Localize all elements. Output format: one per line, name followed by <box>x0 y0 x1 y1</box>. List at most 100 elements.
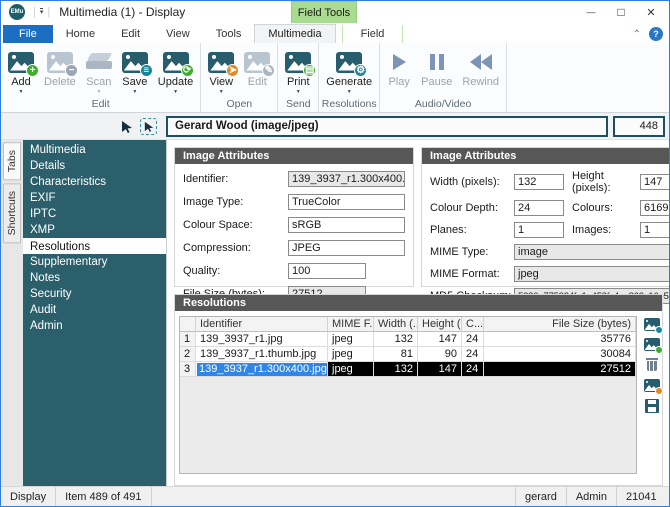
ribbon-group-edit: + Add − Delete Scan ≡ Save <box>1 43 201 112</box>
sidebar-item-audit[interactable]: Audit <box>23 302 166 318</box>
update-button[interactable]: ⟳ Update <box>153 45 198 95</box>
table-row-selected[interactable]: 3 139_3937_r1.300x400.jpg jpeg 132 147 2… <box>180 362 636 377</box>
rewind-button[interactable]: Rewind <box>457 45 504 88</box>
window-title: Multimedia (1) - Display <box>54 5 185 19</box>
sidebar-item-iptc[interactable]: IPTC <box>23 206 166 222</box>
col-colour-depth[interactable]: C... <box>462 317 484 332</box>
mime-format-field[interactable]: jpeg <box>514 266 670 282</box>
colours-field[interactable]: 6169 <box>640 200 670 216</box>
height-pixels-field[interactable]: 147 <box>640 174 670 190</box>
compression-field[interactable]: JPEG <box>288 240 405 256</box>
multimedia-save-icon[interactable] <box>644 318 660 331</box>
sidebar-item-notes[interactable]: Notes <box>23 270 166 286</box>
delete-button-label: Delete <box>44 76 76 88</box>
col-row-number[interactable] <box>180 317 196 332</box>
delete-resolution-icon[interactable] <box>646 358 658 372</box>
tab-file[interactable]: File <box>3 25 53 43</box>
sidebar-item-security[interactable]: Security <box>23 286 166 302</box>
selected-text: 139_3937_r1.300x400.jpg <box>197 363 328 376</box>
status-position: Item 489 of 491 <box>56 487 151 506</box>
collapse-ribbon-icon[interactable] <box>633 28 641 40</box>
select-mode-icon[interactable] <box>140 118 157 135</box>
sidebar-item-supplementary[interactable]: Supplementary <box>23 254 166 270</box>
side-tab-strip: Tabs Shortcuts <box>1 140 23 486</box>
cell-file-size: 30084 <box>484 347 636 362</box>
quality-field[interactable]: 100 <box>288 263 366 279</box>
table-row[interactable]: 2 139_3937_r1.thumb.jpg jpeg 81 90 24 30… <box>180 347 636 362</box>
play-button[interactable]: Play <box>382 45 416 88</box>
cursor-arrow-icon[interactable] <box>121 120 133 133</box>
pause-button-label: Pause <box>421 76 452 88</box>
generate-button[interactable]: ⚙ Generate <box>321 45 377 95</box>
update-image-icon: ⟳ <box>163 52 189 73</box>
app-logo-icon[interactable]: EMu <box>9 4 25 20</box>
colour-space-field[interactable]: sRGB <box>288 217 405 233</box>
sidebar-item-admin[interactable]: Admin <box>23 318 166 334</box>
tab-field[interactable]: Field <box>342 25 404 43</box>
table-header-row: Identifier MIME F... Width (... Height (… <box>180 317 636 332</box>
edit-open-button[interactable]: ✎ Edit <box>239 45 275 88</box>
resolutions-panel: Resolutions Identifier MIME F... Width (… <box>174 294 663 486</box>
planes-field[interactable]: 1 <box>514 222 564 238</box>
print-button[interactable]: ▤ Print <box>280 45 316 95</box>
maximize-button[interactable] <box>607 2 635 22</box>
col-height[interactable]: Height (... <box>418 317 462 332</box>
update-button-label: Update <box>158 76 193 88</box>
colour-space-label: Colour Space: <box>183 219 288 231</box>
images-label: Images: <box>564 224 640 236</box>
scanner-icon <box>86 53 112 71</box>
add-image-icon: + <box>8 52 34 73</box>
table-row[interactable]: 1 139_3937_r1.jpg jpeg 132 147 24 35776 <box>180 332 636 347</box>
add-button[interactable]: + Add <box>3 45 39 95</box>
generate-button-label: Generate <box>326 76 372 88</box>
titlebar-divider <box>43 6 54 18</box>
delete-button[interactable]: − Delete <box>39 45 81 88</box>
help-icon[interactable] <box>649 27 663 41</box>
sidebar-item-multimedia[interactable]: Multimedia <box>23 142 166 158</box>
mime-type-field[interactable]: image <box>514 244 670 260</box>
col-identifier[interactable]: Identifier <box>196 317 328 332</box>
sidebar-item-resolutions[interactable]: Resolutions <box>23 238 166 254</box>
cell-file-size: 35776 <box>484 332 636 347</box>
sidebar-item-details[interactable]: Details <box>23 158 166 174</box>
image-attributes-panel-left: Image Attributes Identifier: 139_3937_r1… <box>174 147 414 287</box>
side-tab-tabs[interactable]: Tabs <box>3 142 21 180</box>
panel-title: Image Attributes <box>175 148 413 164</box>
scan-button[interactable]: Scan <box>81 45 117 95</box>
dropdown-caret-icon <box>296 88 301 95</box>
tab-edit[interactable]: Edit <box>108 25 153 43</box>
col-width[interactable]: Width (... <box>374 317 418 332</box>
contextual-tab-group-label: Field Tools <box>291 1 357 23</box>
tab-tools[interactable]: Tools <box>203 25 255 43</box>
save-button[interactable]: ≡ Save <box>117 45 153 95</box>
images-field[interactable]: 1 <box>640 222 670 238</box>
sidebar-item-characteristics[interactable]: Characteristics <box>23 174 166 190</box>
identifier-field[interactable]: 139_3937_r1.300x400.jpg <box>288 171 405 187</box>
pause-button[interactable]: Pause <box>416 45 457 88</box>
width-pixels-field[interactable]: 132 <box>514 174 564 190</box>
tab-view[interactable]: View <box>153 25 203 43</box>
image-type-field[interactable]: TrueColor <box>288 194 405 210</box>
save-resolution-icon[interactable] <box>645 399 659 413</box>
col-mime-format[interactable]: MIME F... <box>328 317 374 332</box>
tab-multimedia[interactable]: Multimedia <box>254 24 335 43</box>
sidebar-item-exif[interactable]: EXIF <box>23 190 166 206</box>
row-number: 1 <box>180 332 196 347</box>
cell-mime: jpeg <box>328 332 374 347</box>
view-resolution-icon[interactable] <box>644 379 660 392</box>
cell-file-size: 27512 <box>484 362 636 377</box>
dropdown-caret-icon <box>347 88 352 95</box>
cell-colour-depth: 24 <box>462 347 484 362</box>
minimize-button[interactable] <box>577 2 605 22</box>
side-tab-shortcuts[interactable]: Shortcuts <box>3 183 21 243</box>
sidebar-item-xmp[interactable]: XMP <box>23 222 166 238</box>
close-button[interactable] <box>637 2 665 22</box>
ribbon-group-audio-video: Play Pause Rewind Audio/Video <box>380 43 507 112</box>
tab-home[interactable]: Home <box>53 25 108 43</box>
colour-depth-field[interactable]: 24 <box>514 200 564 216</box>
multimedia-add-icon[interactable] <box>644 338 660 351</box>
image-attributes-panel-right: Image Attributes Width (pixels): 132 Hei… <box>421 147 670 287</box>
cell-identifier-editing[interactable]: 139_3937_r1.300x400.jpg <box>196 362 328 377</box>
col-file-size[interactable]: File Size (bytes) <box>484 317 636 332</box>
view-button[interactable]: ➤ View <box>203 45 239 95</box>
